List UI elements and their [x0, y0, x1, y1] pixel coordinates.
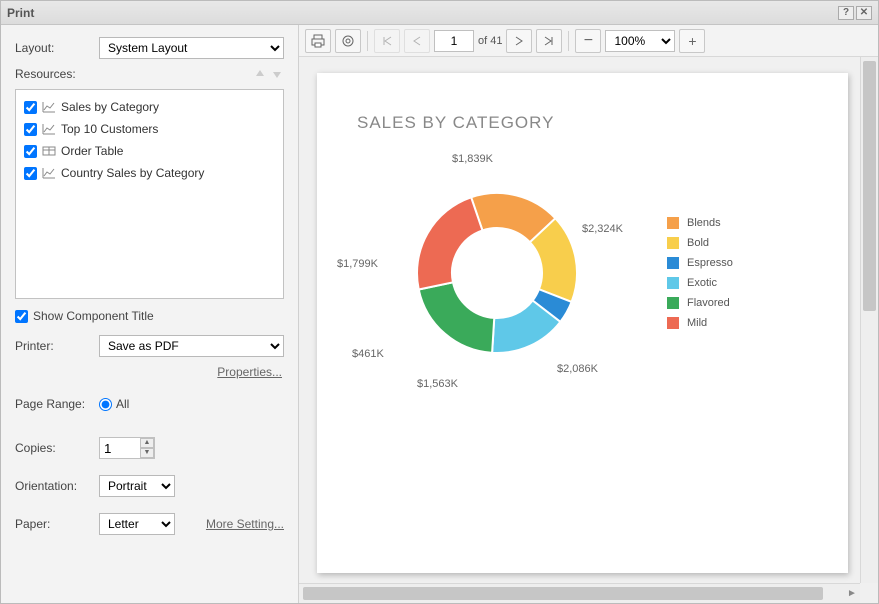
legend-label: Flavored: [687, 297, 730, 309]
scroll-right-icon[interactable]: ►: [844, 584, 860, 603]
show-title-label: Show Component Title: [33, 309, 154, 323]
printer-select[interactable]: Save as PDF: [99, 335, 284, 357]
donut-value-label: $2,324K: [582, 223, 623, 235]
preview-toolbar: of 41 − 100% +: [299, 25, 878, 57]
donut-value-label: $1,799K: [337, 258, 378, 270]
page-range-label: Page Range:: [15, 397, 91, 411]
move-up-icon[interactable]: [253, 67, 267, 81]
legend-swatch: [667, 317, 679, 329]
more-settings-link[interactable]: More Setting...: [206, 517, 284, 531]
prev-page-button[interactable]: [404, 29, 430, 53]
legend-label: Blends: [687, 217, 721, 229]
resource-item[interactable]: Country Sales by Category: [24, 162, 275, 184]
donut-slice: [419, 282, 495, 353]
legend-swatch: [667, 217, 679, 229]
preview-page: SALES BY CATEGORY $1,839K $1,799K $461K $1,…: [317, 73, 848, 573]
donut-slice: [417, 197, 482, 289]
orientation-label: Orientation:: [15, 479, 91, 493]
chart-icon: [42, 101, 56, 113]
page-range-all-label: All: [116, 397, 129, 411]
settings-button[interactable]: [335, 29, 361, 53]
zoom-select[interactable]: 100%: [605, 30, 675, 52]
resource-item[interactable]: Top 10 Customers: [24, 118, 275, 140]
next-page-button[interactable]: [506, 29, 532, 53]
legend-swatch: [667, 237, 679, 249]
legend-item: Espresso: [667, 257, 733, 269]
chart-legend: Blends Bold Espresso Exotic Flavored Mild: [667, 217, 733, 329]
show-title-checkbox[interactable]: [15, 310, 28, 323]
legend-label: Espresso: [687, 257, 733, 269]
page-input[interactable]: [434, 30, 474, 52]
layout-label: Layout:: [15, 41, 91, 55]
window-title: Print: [7, 6, 34, 20]
properties-link[interactable]: Properties...: [217, 365, 282, 379]
resource-label: Top 10 Customers: [61, 122, 158, 136]
zoom-out-button[interactable]: −: [575, 29, 601, 53]
resource-checkbox[interactable]: [24, 145, 37, 158]
help-button[interactable]: ?: [838, 6, 854, 20]
donut-value-label: $461K: [352, 348, 384, 360]
copies-up-icon[interactable]: ▲: [140, 438, 154, 448]
vertical-scrollbar[interactable]: [860, 57, 878, 583]
zoom-in-button[interactable]: +: [679, 29, 705, 53]
resources-list: Sales by Category Top 10 Customers Order…: [15, 89, 284, 299]
chart-title: SALES BY CATEGORY: [357, 113, 808, 133]
last-page-button[interactable]: [536, 29, 562, 53]
legend-item: Exotic: [667, 277, 733, 289]
legend-item: Mild: [667, 317, 733, 329]
legend-item: Blends: [667, 217, 733, 229]
close-button[interactable]: ✕: [856, 6, 872, 20]
titlebar: Print ? ✕: [1, 1, 878, 25]
printer-label: Printer:: [15, 339, 91, 353]
resource-label: Order Table: [61, 144, 123, 158]
orientation-select[interactable]: Portrait: [99, 475, 175, 497]
print-dialog: Print ? ✕ Layout: System Layout Resource…: [0, 0, 879, 604]
page-total-label: of 41: [478, 35, 502, 47]
preview-panel: of 41 − 100% + SALES BY CATEGORY: [299, 25, 878, 603]
paper-select[interactable]: Letter: [99, 513, 175, 535]
resource-label: Country Sales by Category: [61, 166, 204, 180]
first-page-button[interactable]: [374, 29, 400, 53]
print-button[interactable]: [305, 29, 331, 53]
preview-area: SALES BY CATEGORY $1,839K $1,799K $461K $1,…: [299, 57, 878, 603]
legend-label: Bold: [687, 237, 709, 249]
legend-swatch: [667, 277, 679, 289]
legend-item: Bold: [667, 237, 733, 249]
copies-down-icon[interactable]: ▼: [140, 448, 154, 458]
donut-value-label: $2,086K: [557, 363, 598, 375]
paper-label: Paper:: [15, 517, 91, 531]
legend-swatch: [667, 257, 679, 269]
legend-swatch: [667, 297, 679, 309]
legend-label: Exotic: [687, 277, 717, 289]
legend-label: Mild: [687, 317, 707, 329]
resource-checkbox[interactable]: [24, 123, 37, 136]
resource-label: Sales by Category: [61, 100, 159, 114]
layout-select[interactable]: System Layout: [99, 37, 284, 59]
move-down-icon[interactable]: [270, 67, 284, 81]
chart-icon: [42, 167, 56, 179]
resources-label: Resources:: [15, 67, 76, 81]
donut-value-label: $1,563K: [417, 378, 458, 390]
resource-checkbox[interactable]: [24, 167, 37, 180]
legend-item: Flavored: [667, 297, 733, 309]
chart-icon: [42, 123, 56, 135]
copies-label: Copies:: [15, 441, 91, 455]
donut-value-label: $1,839K: [452, 153, 493, 165]
donut-chart: $1,839K$1,799K$461K$1,563K$2,086K$2,324K: [357, 153, 637, 393]
resource-item[interactable]: Order Table: [24, 140, 275, 162]
table-icon: [42, 145, 56, 157]
resource-checkbox[interactable]: [24, 101, 37, 114]
settings-panel: Layout: System Layout Resources:: [1, 25, 299, 603]
page-range-all-radio[interactable]: [99, 398, 112, 411]
horizontal-scrollbar[interactable]: ◄ ►: [299, 583, 860, 603]
resource-item[interactable]: Sales by Category: [24, 96, 275, 118]
